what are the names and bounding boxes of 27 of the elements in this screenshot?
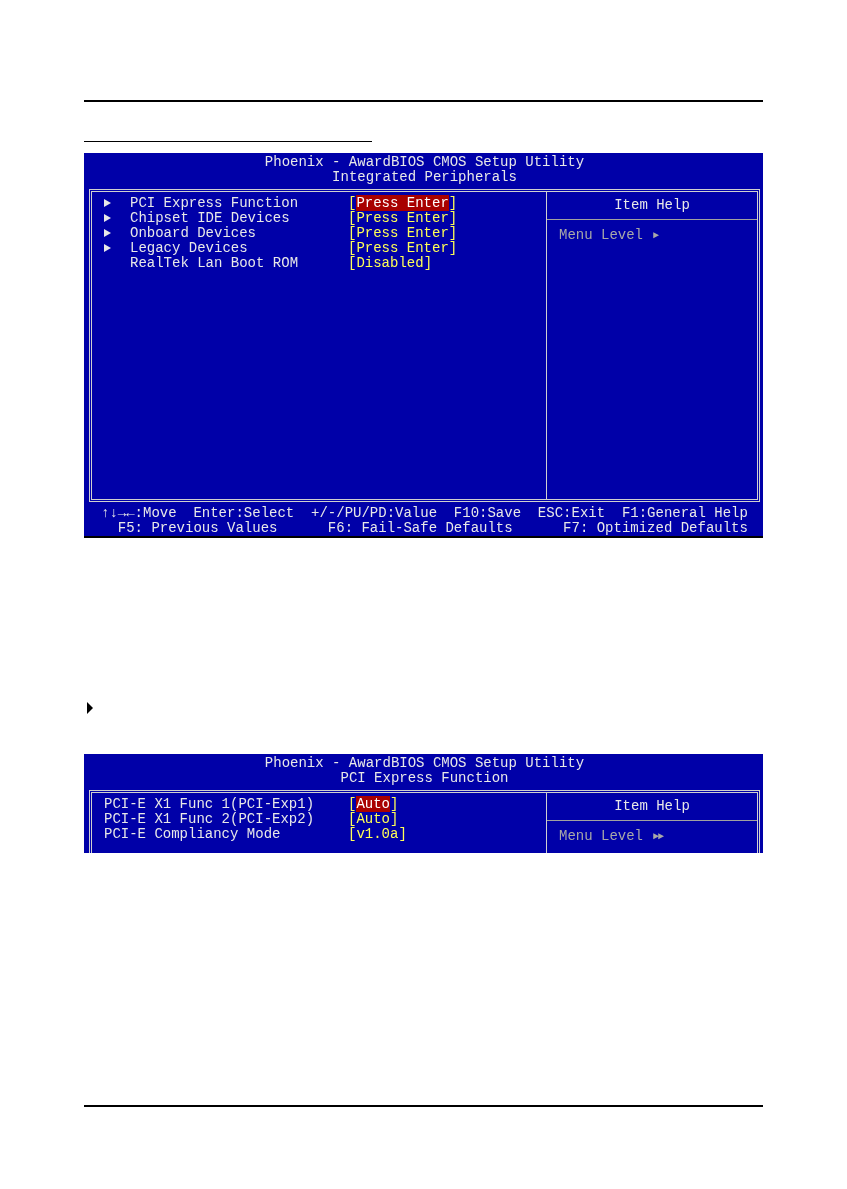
setting-label[interactable]: Onboard Devices: [130, 225, 348, 241]
menu-level-label: Menu Level: [559, 829, 644, 844]
setting-value[interactable]: [Disabled]: [348, 255, 433, 271]
bios-subtitle: PCI Express Function: [340, 771, 509, 786]
help-title: Item Help: [547, 191, 757, 220]
setting-label[interactable]: PCI-E X1 Func 2(PCI-Exp2): [104, 812, 348, 827]
key-hint-line: ↑↓→←:Move Enter:Select +/-/PU/PD:Value F10:Save ESC:Exit F1:General Help: [101, 506, 749, 521]
setting-value[interactable]: [Press Enter]: [348, 240, 458, 256]
setting-value[interactable]: [Press Enter]: [348, 225, 458, 241]
setting-value[interactable]: [v1.0a]: [348, 827, 407, 842]
menu-level-label: Menu Level: [559, 227, 644, 243]
setting-label[interactable]: PCI-E X1 Func 1(PCI-Exp1): [104, 797, 348, 812]
setting-label[interactable]: PCI-E Compliancy Mode: [104, 827, 348, 842]
menu-level-arrows: ►►: [653, 830, 663, 844]
setting-label[interactable]: Chipset IDE Devices: [130, 210, 348, 226]
setting-label[interactable]: RealTek Lan Boot ROM: [130, 255, 348, 271]
setting-value[interactable]: [Auto]: [348, 812, 399, 827]
setting-value[interactable]: [Press Enter]: [348, 210, 458, 226]
bios-title: Phoenix - AwardBIOS CMOS Setup Utility: [264, 155, 585, 170]
setting-label[interactable]: Legacy Devices: [130, 240, 348, 256]
menu-level-arrows: ►: [653, 228, 658, 243]
bios-subtitle: Integrated Peripherals: [332, 170, 517, 185]
bios-title: Phoenix - AwardBIOS CMOS Setup Utility: [264, 756, 585, 771]
help-title: Item Help: [547, 793, 757, 821]
triangle-bullet-icon: [86, 702, 94, 714]
setting-label[interactable]: PCI Express Function: [130, 195, 348, 211]
key-hint-line: F5: Previous Values F6: Fail-Safe Defaults F7: Optimized Defaults: [116, 521, 749, 536]
